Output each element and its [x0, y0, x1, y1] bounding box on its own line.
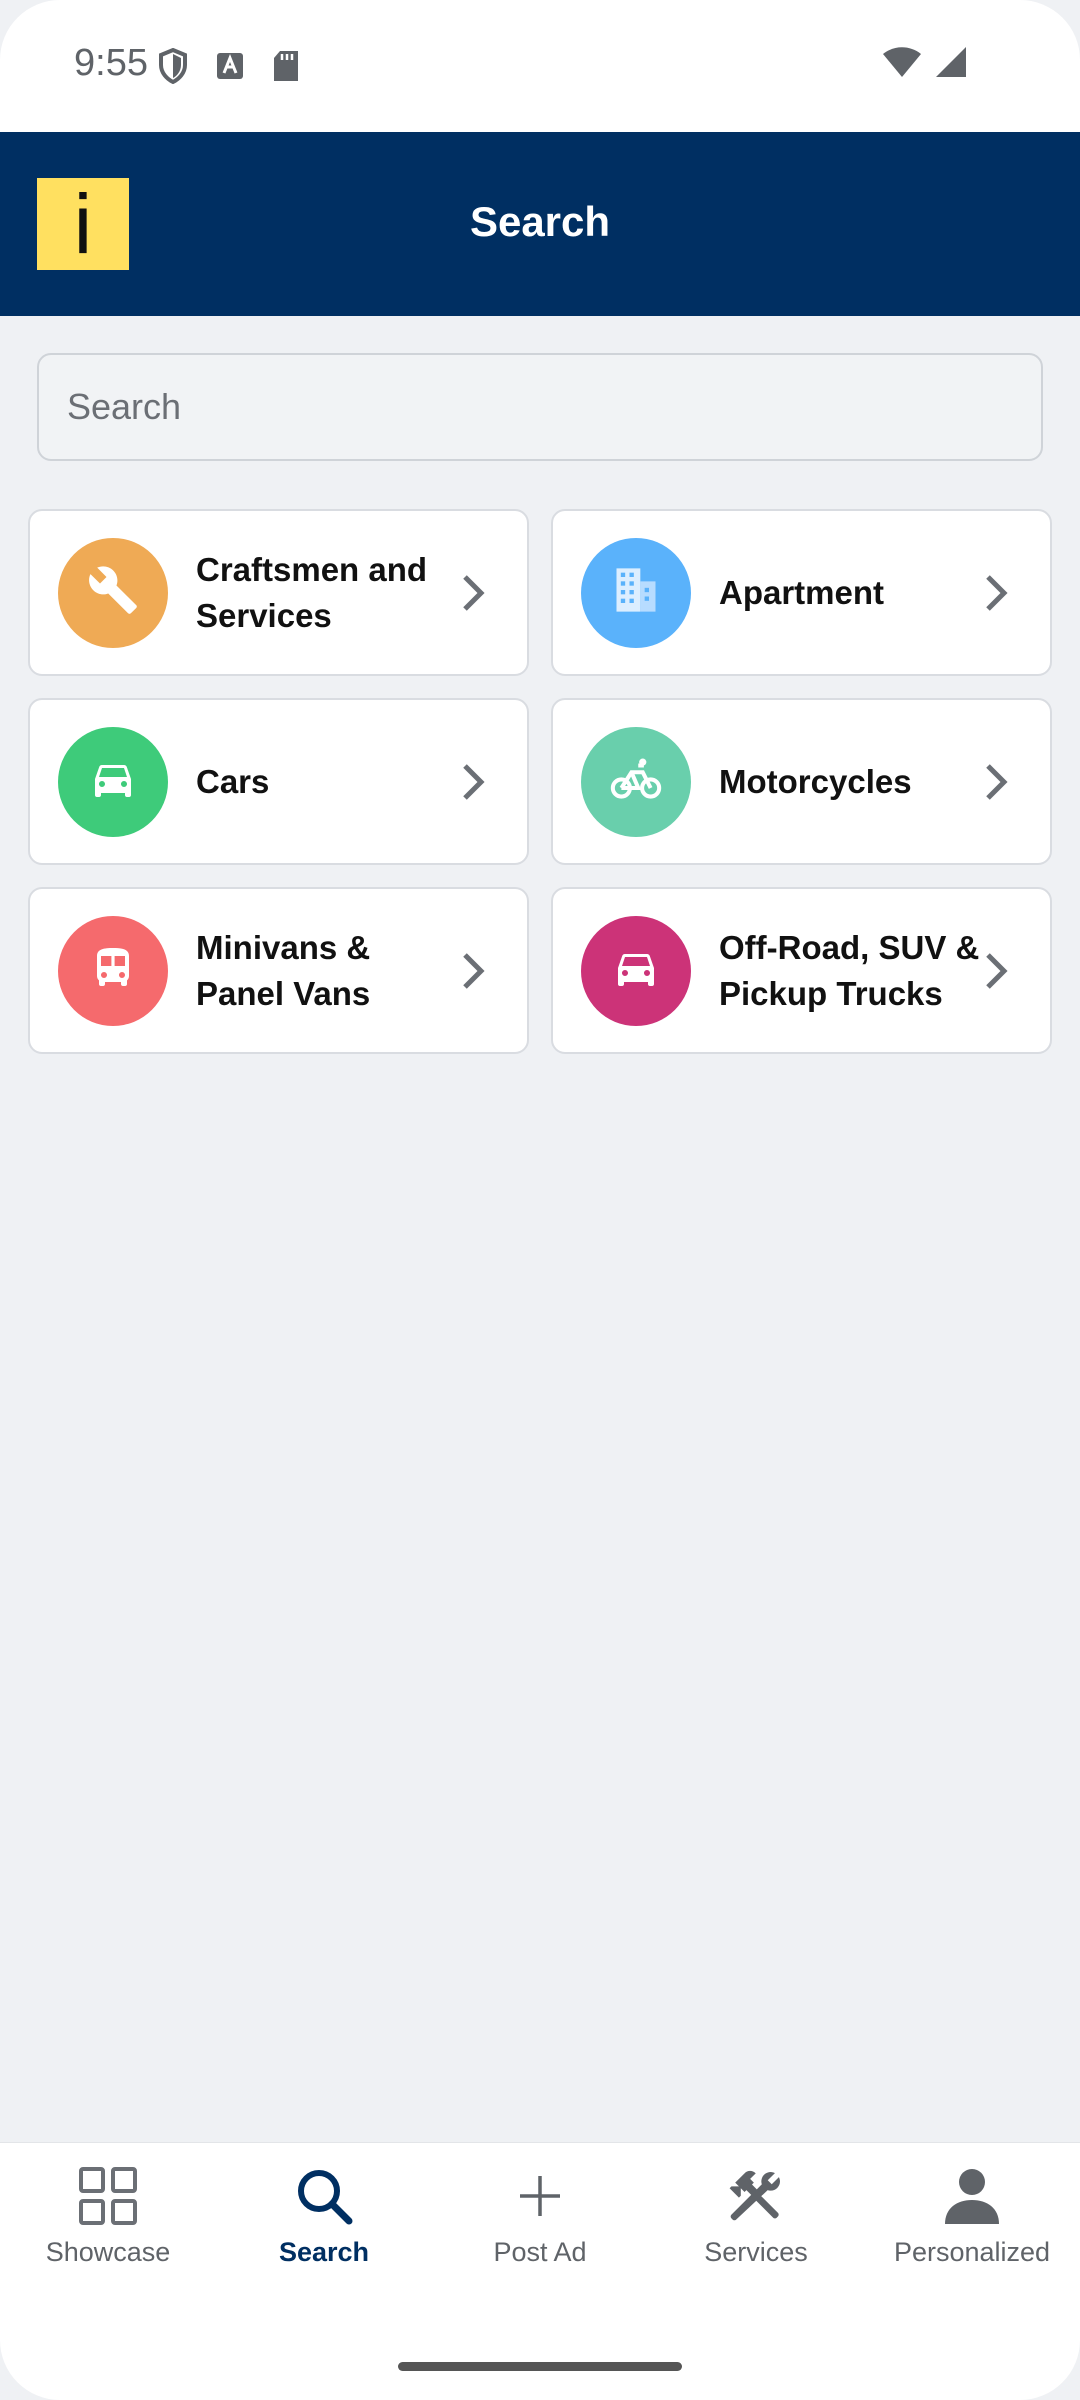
app-bar: i Search: [0, 132, 1080, 316]
category-label: Motorcycles: [719, 762, 912, 800]
font-download-icon: [216, 52, 244, 85]
screen: 9:55 i Search Search Craftsmen and Servi…: [0, 0, 1080, 2400]
chevron-right-icon: [463, 574, 485, 611]
building-icon: [610, 564, 662, 621]
plus-icon: [505, 2161, 575, 2231]
category-card-apartment[interactable]: Apartment: [551, 509, 1052, 676]
search-field[interactable]: [37, 353, 1043, 461]
person-icon: [937, 2161, 1007, 2231]
tools-icon: [721, 2161, 791, 2231]
category-label: Apartment: [719, 573, 885, 611]
category-card-offroad[interactable]: Off-Road, SUV & Pickup Trucks: [551, 887, 1052, 1054]
category-label: Cars: [196, 762, 270, 800]
nav-item-personalized[interactable]: Personalized: [864, 2161, 1080, 2268]
category-icon-circle: [58, 537, 168, 648]
category-grid: Craftsmen and Services Apartment Cars Mo…: [28, 509, 1052, 1054]
page-title: Search: [469, 198, 611, 245]
status-icons-left: [158, 47, 300, 89]
nav-label: Showcase: [45, 2237, 171, 2267]
category-icon-circle: [58, 726, 168, 837]
category-icon-circle: [581, 726, 691, 837]
nav-label: Services: [704, 2237, 808, 2267]
category-icon-circle: [58, 915, 168, 1026]
nav-item-search[interactable]: Search: [216, 2161, 432, 2268]
category-label: Off-Road, SUV & Pickup Trucks: [719, 928, 980, 1012]
signal-icon: [934, 46, 968, 83]
category-label: Craftsmen and Services: [196, 550, 428, 634]
category-card-craftsmen[interactable]: Craftsmen and Services: [28, 509, 529, 676]
chevron-right-icon: [986, 574, 1008, 611]
chevron-right-icon: [463, 763, 485, 800]
nav-item-post-ad[interactable]: Post Ad: [432, 2161, 648, 2268]
category-card-motorcycles[interactable]: Motorcycles: [551, 698, 1052, 865]
bicycle-icon: [609, 752, 663, 811]
bus-icon: [89, 944, 137, 997]
grid-icon: [73, 2161, 143, 2231]
car-icon: [612, 944, 660, 997]
category-label: Minivans & Panel Vans: [196, 928, 371, 1012]
category-card-cars[interactable]: Cars: [28, 698, 529, 865]
nav-label: Search: [278, 2237, 370, 2267]
car-icon: [89, 755, 137, 808]
chevron-right-icon: [463, 952, 485, 989]
shield-icon: [158, 47, 188, 89]
chevron-right-icon: [986, 952, 1008, 989]
nav-item-showcase[interactable]: Showcase: [0, 2161, 216, 2268]
search-icon: [289, 2161, 359, 2231]
category-icon-circle: [581, 915, 691, 1026]
wifi-icon: [882, 46, 922, 83]
nav-label: Post Ad: [493, 2237, 587, 2267]
status-icons-right: [882, 46, 968, 83]
chevron-right-icon: [986, 763, 1008, 800]
status-time: 9:55: [74, 42, 148, 84]
category-icon-circle: [581, 537, 691, 648]
wrench-icon: [87, 564, 139, 621]
status-bar: 9:55: [0, 0, 1080, 132]
sd-card-icon: [272, 50, 300, 87]
nav-label: Personalized: [893, 2237, 1051, 2267]
nav-item-services[interactable]: Services: [648, 2161, 864, 2268]
home-indicator[interactable]: [398, 2362, 682, 2371]
search-input[interactable]: [67, 386, 1013, 428]
category-card-minivans[interactable]: Minivans & Panel Vans: [28, 887, 529, 1054]
